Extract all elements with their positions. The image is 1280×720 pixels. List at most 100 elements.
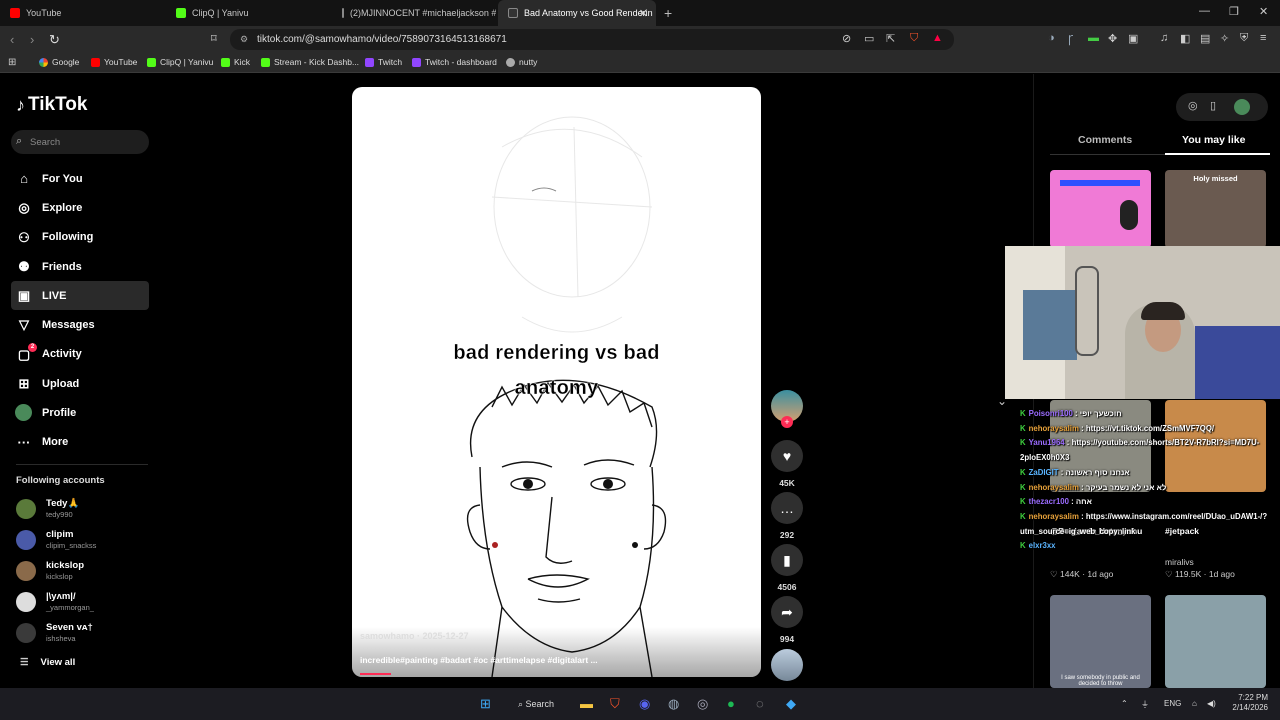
menu-icon[interactable]: ≡: [1260, 32, 1266, 44]
site-settings-icon[interactable]: ⚙: [240, 34, 248, 45]
extension-icon[interactable]: ▬: [1088, 32, 1099, 44]
cast-icon[interactable]: ▭: [864, 32, 874, 45]
sidebar-item-profile[interactable]: Profile: [11, 398, 149, 427]
media-icon[interactable]: ♫: [1160, 32, 1168, 44]
creator-avatar[interactable]: +: [770, 390, 804, 428]
chat-message: Kthezacr100 : אחה: [1020, 497, 1092, 507]
app-icon[interactable]: ◎: [697, 696, 708, 712]
rewards-icon[interactable]: ▲: [932, 32, 943, 44]
comment-button[interactable]: … 292: [770, 492, 804, 540]
mute-icon[interactable]: ⊘: [842, 32, 851, 45]
extension-icon[interactable]: Ꞅ: [1068, 32, 1073, 47]
sidebar-item-explore[interactable]: ◎ Explore: [11, 193, 149, 222]
bookmark-item[interactable]: Kick: [221, 57, 250, 67]
sidebar-item-messages[interactable]: ▽ Messages: [11, 310, 149, 339]
brave-shield-icon[interactable]: ⛉: [910, 32, 918, 45]
forward-icon[interactable]: ›: [30, 32, 34, 47]
sidebar-item-friends[interactable]: ⚉ Friends: [11, 252, 149, 281]
save-button[interactable]: ▮ 4506: [770, 544, 804, 592]
new-tab-icon[interactable]: +: [664, 5, 672, 21]
share-icon[interactable]: ⇱: [886, 32, 895, 45]
video-description[interactable]: incredible#painting #badart #oc #arttime…: [360, 655, 598, 665]
discord-icon[interactable]: ◉: [639, 696, 650, 712]
bookmark-item[interactable]: ClipQ | Yanivu: [147, 57, 213, 67]
like-button[interactable]: ♥ 45K: [770, 440, 804, 488]
app-icon[interactable]: ◆: [786, 696, 796, 712]
sidebar-item-following[interactable]: ⚇ Following: [11, 223, 149, 252]
brave-icon[interactable]: ⛉: [610, 696, 620, 712]
sidebar-item-for-you[interactable]: ⌂ For You: [11, 164, 149, 193]
video-progress-bar[interactable]: [360, 673, 392, 675]
back-icon[interactable]: ‹: [10, 32, 14, 47]
avatar[interactable]: [1234, 99, 1250, 115]
follow-plus-icon[interactable]: +: [781, 416, 793, 428]
sidebar-item-upload[interactable]: ⊞ Upload: [11, 369, 149, 398]
headphones: [1141, 302, 1185, 320]
sidebar-item-activity[interactable]: ▢ 2 Activity: [11, 340, 149, 369]
bookmark-icon[interactable]: ⌑: [211, 32, 217, 45]
video-author[interactable]: samowhamo · 2025-12-27: [360, 631, 469, 641]
following-account[interactable]: kickslop kickslop: [16, 557, 146, 587]
obs-icon[interactable]: ◌: [756, 696, 764, 711]
sidebar-icon[interactable]: ◧: [1180, 32, 1190, 45]
bookmark-item[interactable]: Stream - Kick Dashb...: [261, 57, 359, 67]
like-count: ♡ 119.5K · 1d ago: [1165, 569, 1235, 579]
reload-icon[interactable]: ↻: [49, 32, 60, 48]
extension-icon[interactable]: ◑: [1048, 32, 1055, 44]
following-account[interactable]: clipim clipim_snackss: [16, 526, 146, 556]
volume-icon[interactable]: ◀): [1207, 699, 1216, 708]
following-account[interactable]: |\yʌm|/_yammorgan_: [16, 588, 146, 618]
bookmark-item[interactable]: Twitch - dashboard: [412, 57, 497, 67]
browser-tab[interactable]: ClipQ | Yanivu: [166, 0, 330, 26]
spotify-icon[interactable]: ●: [727, 696, 735, 711]
sidebar-item-live[interactable]: ▣ LIVE: [11, 281, 149, 311]
recommended-thumbnail[interactable]: [1050, 170, 1151, 248]
network-icon[interactable]: ⌂: [1192, 699, 1197, 708]
view-all-button[interactable]: ☰ View all: [20, 657, 75, 668]
restore-icon[interactable]: ❐: [1229, 5, 1239, 18]
recommended-thumbnail[interactable]: [1165, 595, 1266, 688]
tray-chevron-icon[interactable]: ⌃: [1121, 699, 1128, 708]
file-explorer-icon[interactable]: ▬: [580, 696, 593, 711]
browser-tab[interactable]: YouTube: [0, 0, 164, 26]
close-tab-icon[interactable]: ✕: [639, 7, 648, 20]
browser-tab[interactable]: (2)MJINNOCENT #michaeljackson #: [332, 0, 496, 26]
bookmark-item[interactable]: nutty: [506, 57, 537, 67]
following-account[interactable]: Seven ᴠᴀ† ishsheva: [16, 619, 146, 649]
following-account[interactable]: Tedy🙏 tedy990: [16, 495, 146, 525]
recommended-thumbnail[interactable]: I saw somebody in public and decided to …: [1050, 595, 1151, 688]
browser-tab-active[interactable]: Bad Anatomy vs Good Renderin ✕: [498, 0, 656, 26]
video-caption-line: anatomy: [514, 377, 599, 399]
kick-icon: [261, 57, 270, 67]
compass-icon[interactable]: ◎: [1188, 99, 1198, 112]
dresser: [1023, 290, 1077, 360]
recommended-thumbnail[interactable]: Holy missed: [1165, 170, 1266, 248]
extensions-puzzle-icon[interactable]: ✥: [1108, 32, 1117, 45]
minimize-icon[interactable]: —: [1199, 5, 1210, 17]
vpn-icon[interactable]: ⛨: [1240, 32, 1248, 45]
bookmark-item[interactable]: Twitch: [365, 57, 402, 67]
tab-you-may-like[interactable]: You may like: [1182, 134, 1245, 146]
sidebar-item-more[interactable]: ··· More: [11, 428, 149, 457]
apps-icon[interactable]: ⊞: [8, 57, 16, 68]
wallet-icon[interactable]: ▤: [1200, 32, 1210, 45]
tab-comments[interactable]: Comments: [1078, 134, 1132, 146]
start-icon[interactable]: ⊞: [480, 696, 491, 712]
device-icon[interactable]: ▯: [1210, 99, 1216, 112]
tiktok-logo[interactable]: ♪ TikTok: [16, 94, 87, 116]
bookmark-item[interactable]: YouTube: [91, 57, 137, 67]
mic-icon[interactable]: ⏚: [1141, 699, 1149, 710]
share-button[interactable]: ➦ 994: [770, 596, 804, 644]
leo-icon[interactable]: ✧: [1220, 32, 1229, 45]
taskbar-search[interactable]: ⌕ Search: [518, 699, 554, 710]
music-disc[interactable]: [770, 649, 804, 681]
video-player[interactable]: bad rendering vs bad anatomy samowhamo ·…: [352, 87, 761, 677]
search-input[interactable]: ⌕ Search: [11, 130, 149, 154]
extension-icon[interactable]: ▣: [1128, 32, 1138, 45]
clock[interactable]: 7:22 PM 2/14/2026: [1230, 693, 1268, 713]
steam-icon[interactable]: ◍: [668, 696, 679, 712]
language-indicator[interactable]: ENG: [1164, 699, 1181, 708]
bookmark-item[interactable]: Google: [39, 57, 79, 67]
compass-icon: ◎: [18, 200, 30, 216]
close-window-icon[interactable]: ✕: [1259, 5, 1268, 18]
